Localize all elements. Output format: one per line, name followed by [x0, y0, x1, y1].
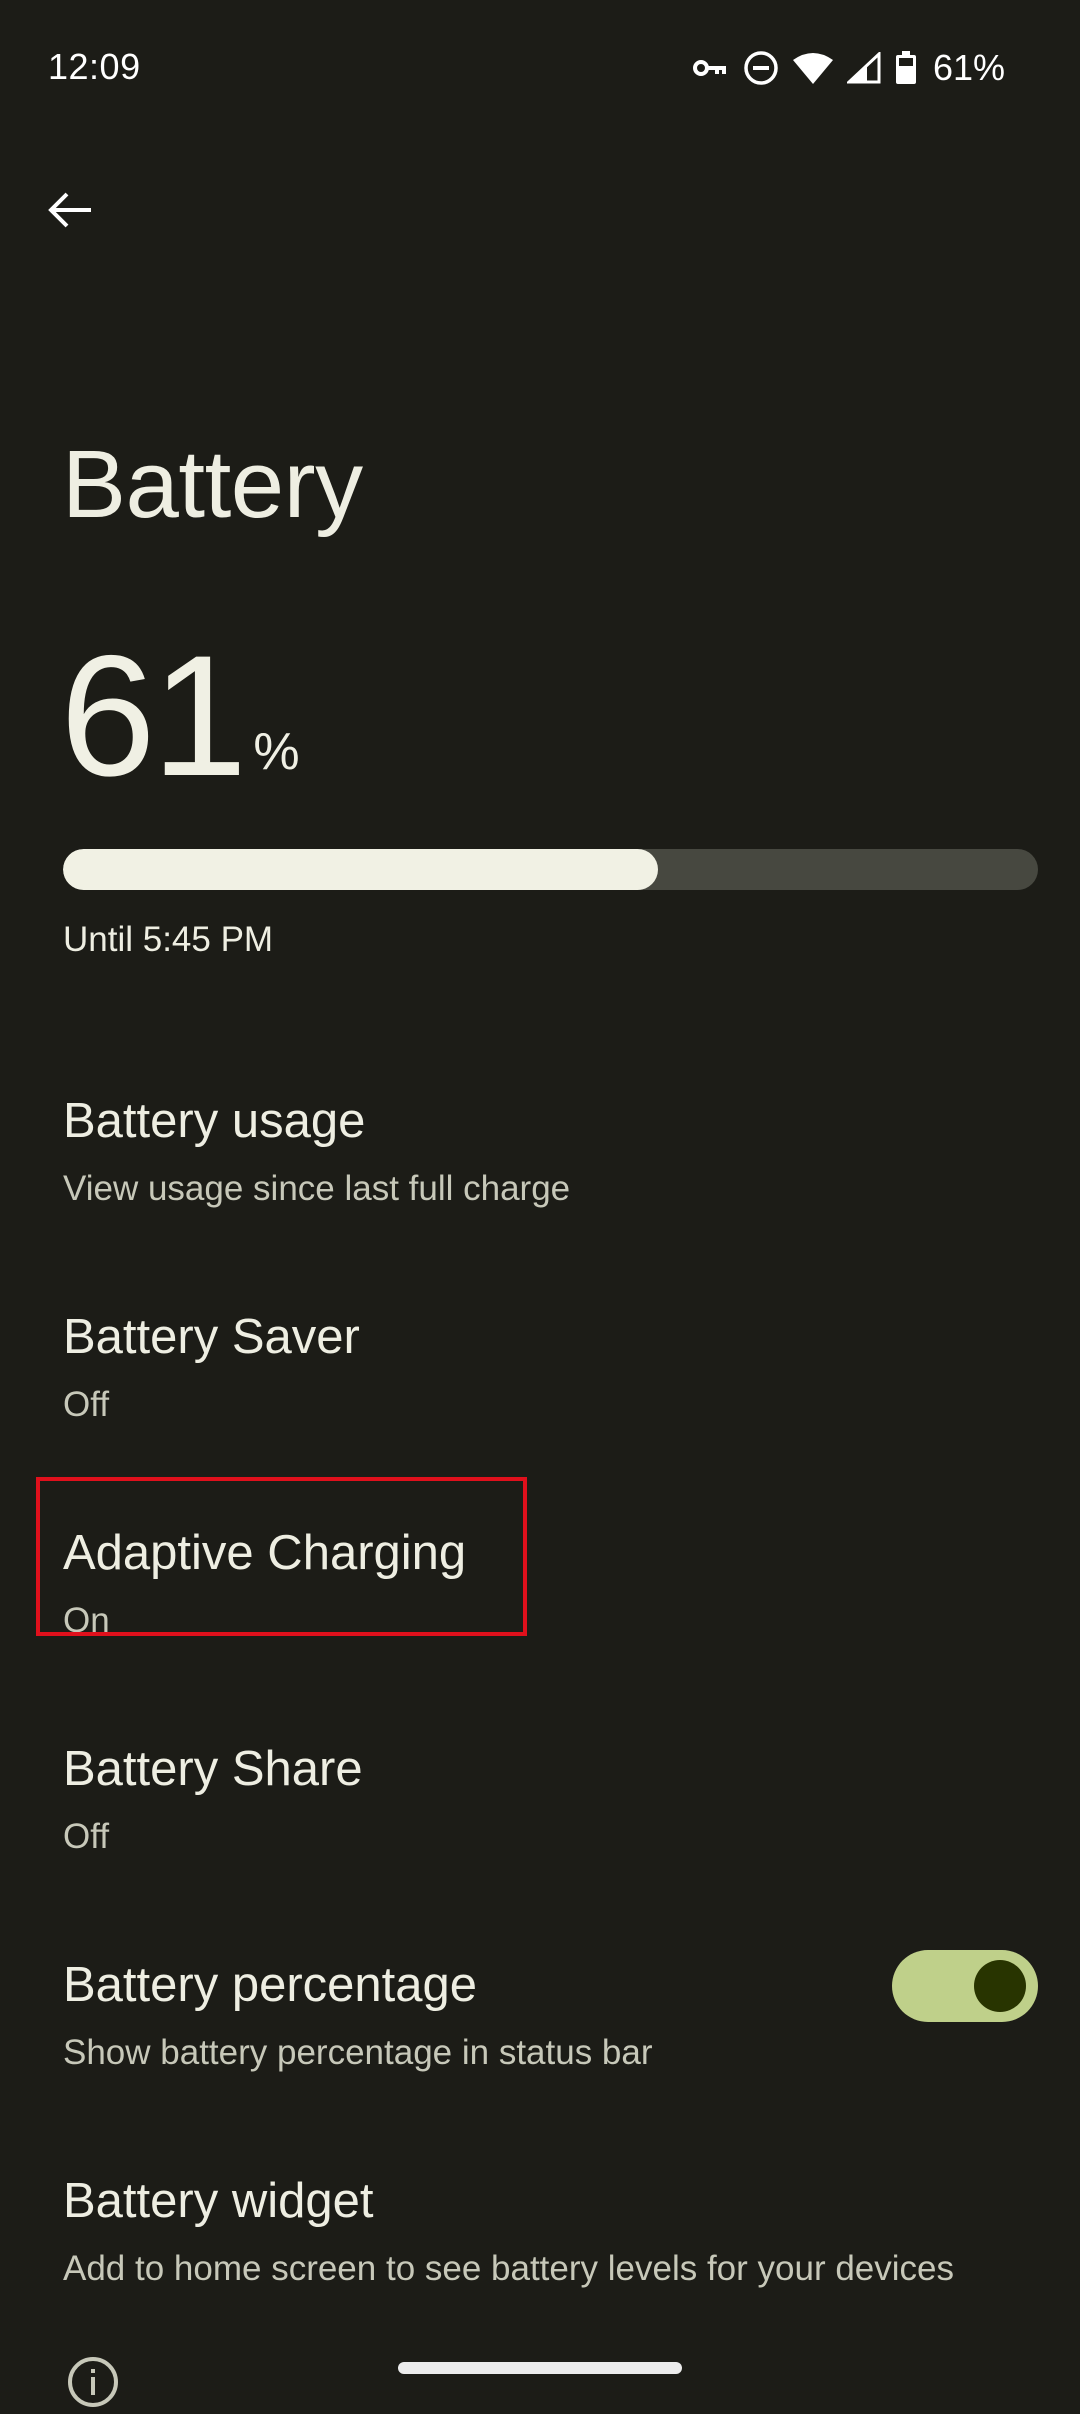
battery-level-sign: %: [253, 723, 300, 781]
page-title: Battery: [62, 431, 363, 538]
cell-signal-icon: [846, 52, 881, 84]
status-icons: 61%: [692, 46, 1005, 90]
item-title: Battery usage: [63, 1094, 366, 1148]
item-title: Battery Share: [63, 1742, 363, 1796]
back-button[interactable]: [40, 180, 100, 240]
battery-level-bar: [63, 849, 1038, 890]
info-icon: [66, 2355, 120, 2409]
item-subtitle: Add to home screen to see battery levels…: [63, 2249, 955, 2288]
item-title: Battery percentage: [63, 1958, 478, 2012]
item-subtitle: Show battery percentage in status bar: [63, 2033, 653, 2072]
battery-estimate: Until 5:45 PM: [63, 920, 274, 959]
highlight-box: [36, 1477, 527, 1636]
item-title: Battery Saver: [63, 1310, 360, 1364]
item-battery-usage[interactable]: Battery usage View usage since last full…: [0, 1094, 1080, 1315]
battery-percentage-toggle[interactable]: [892, 1950, 1038, 2022]
item-title: Battery widget: [63, 2174, 374, 2228]
item-battery-share[interactable]: Battery Share Off: [0, 1742, 1080, 1963]
do-not-disturb-icon: [743, 50, 779, 86]
item-subtitle: View usage since last full charge: [63, 1169, 571, 1208]
gesture-nav-handle[interactable]: [398, 2362, 682, 2374]
item-subtitle: Off: [63, 1817, 110, 1856]
arrow-back-icon: [48, 192, 91, 228]
toggle-thumb: [974, 1960, 1026, 2012]
status-battery-percent: 61%: [932, 47, 1005, 88]
battery-icon: [895, 51, 917, 85]
battery-level: 61 %: [60, 630, 300, 802]
vpn-key-icon: [692, 57, 729, 79]
battery-level-number: 61: [60, 620, 247, 812]
battery-level-bar-fill: [63, 849, 658, 890]
status-time: 12:09: [48, 46, 141, 87]
item-subtitle: Off: [63, 1385, 110, 1424]
wifi-icon: [792, 52, 833, 84]
